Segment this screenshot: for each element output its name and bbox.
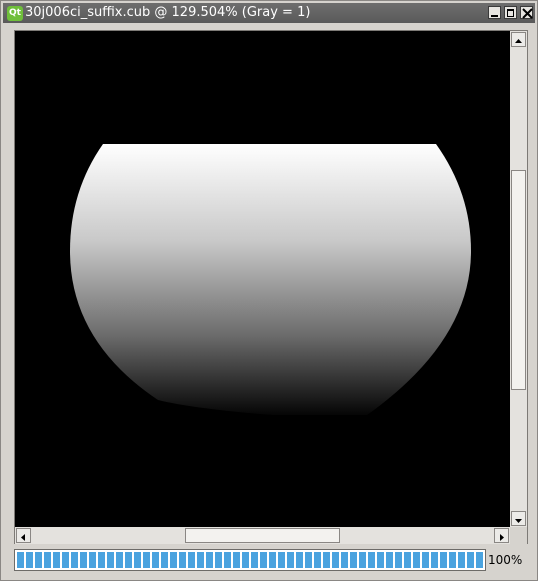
qt-app-icon: Qt [7, 6, 23, 21]
maximize-button[interactable] [504, 6, 517, 19]
image-window: Qt 30j006ci_suffix.cub @ 129.504% (Gray … [0, 0, 538, 581]
progress-bar [14, 549, 486, 571]
vertical-scroll-thumb[interactable] [511, 170, 526, 390]
scrollbar-corner [510, 527, 527, 544]
image-view[interactable] [15, 31, 510, 527]
close-button[interactable] [520, 6, 533, 19]
scroll-left-button[interactable] [16, 528, 31, 543]
horizontal-scrollbar[interactable] [15, 527, 510, 544]
window-title: 30j006ci_suffix.cub @ 129.504% (Gray = 1… [25, 5, 311, 20]
arrow-left-icon [21, 534, 25, 541]
close-icon [522, 8, 533, 19]
arrow-right-icon [500, 534, 504, 541]
minimize-button[interactable] [488, 6, 501, 19]
vertical-scrollbar[interactable] [510, 31, 527, 527]
progress-fill [17, 552, 483, 568]
scroll-right-button[interactable] [494, 528, 509, 543]
planet-image [15, 31, 510, 527]
scroll-up-button[interactable] [511, 32, 526, 47]
scroll-down-button[interactable] [511, 511, 526, 526]
arrow-down-icon [515, 519, 522, 523]
arrow-up-icon [515, 39, 522, 43]
title-bar[interactable]: Qt 30j006ci_suffix.cub @ 129.504% (Gray … [3, 3, 535, 23]
progress-percent-label: 100% [488, 553, 523, 567]
horizontal-scroll-thumb[interactable] [185, 528, 340, 543]
